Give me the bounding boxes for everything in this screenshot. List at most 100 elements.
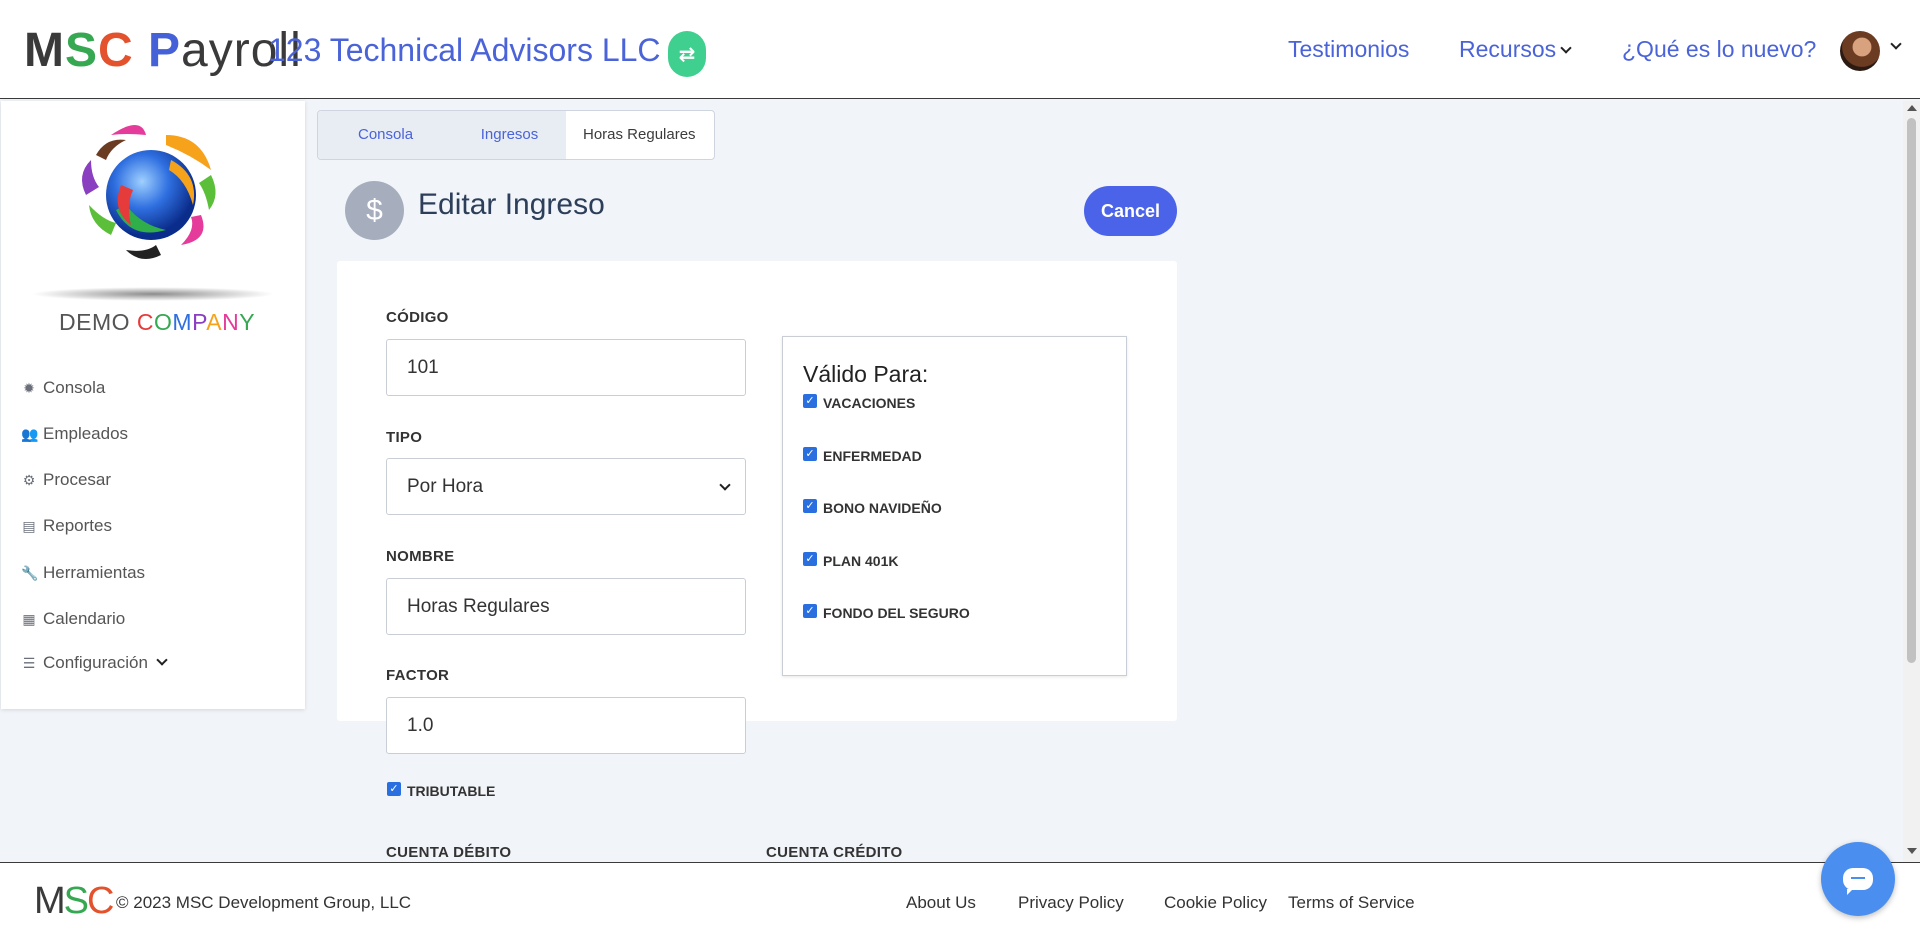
chevron-down-icon — [156, 654, 168, 666]
sidebar-item-reportes[interactable]: ▤ Reportes — [21, 516, 112, 536]
sidebar-item-label: Calendario — [43, 609, 126, 628]
factor-label: FACTOR — [386, 667, 450, 684]
demo-company-globe-logo — [82, 125, 216, 259]
checkbox-label: ENFERMEDAD — [823, 448, 922, 464]
sidebar-item-label: Consola — [43, 378, 106, 397]
codigo-label: CÓDIGO — [386, 309, 449, 326]
nombre-input[interactable] — [386, 578, 746, 635]
logo-letter-m: M — [24, 24, 65, 77]
nav-recursos[interactable]: Recursos — [1459, 34, 1572, 64]
logo-letter-s: S — [64, 24, 98, 77]
company-name[interactable]: 123 Technical Advisors LLC — [268, 28, 661, 72]
codigo-input[interactable] — [386, 339, 746, 396]
scroll-down-arrow-icon[interactable] — [1907, 848, 1917, 854]
nav-recursos-label: Recursos — [1459, 36, 1557, 62]
logo-space — [134, 24, 148, 77]
breadcrumb-current: Horas Regulares — [583, 126, 696, 143]
brand-letter: M — [172, 309, 193, 335]
wrench-icon: 🔧 — [21, 564, 39, 581]
msc-payroll-logo[interactable]: MSC Payroll — [24, 24, 302, 78]
chat-bubble-icon — [1843, 868, 1873, 895]
sidebar-item-empleados[interactable]: 👥 Empleados — [21, 424, 128, 444]
sliders-icon: ☰ — [22, 654, 36, 671]
top-header: MSC Payroll 123 Technical Advisors LLC ⇄… — [0, 0, 1920, 99]
nav-testimonios[interactable]: Testimonios — [1288, 34, 1409, 64]
gear-icon: ✹ — [23, 379, 35, 396]
scroll-thumb[interactable] — [1907, 118, 1916, 663]
valido-bono-navideno[interactable]: ✓ BONO NAVIDEÑO — [803, 499, 942, 516]
cancel-button[interactable]: Cancel — [1084, 186, 1177, 236]
sidebar-item-label: Procesar — [43, 470, 112, 489]
factor-input[interactable] — [386, 697, 746, 754]
footer: MSC © 2023 MSC Development Group, LLC Ab… — [0, 862, 1920, 942]
valido-enfermedad[interactable]: ✓ ENFERMEDAD — [803, 447, 922, 464]
breadcrumb-consola[interactable]: Consola — [318, 111, 453, 159]
sidebar-item-label: Configuración — [43, 653, 148, 672]
printer-icon: ▤ — [22, 517, 36, 534]
sidebar-item-procesar[interactable]: ⚙ Procesar — [21, 470, 111, 490]
footer-link-about[interactable]: About Us — [906, 893, 976, 913]
chevron-down-icon — [719, 479, 731, 491]
tributable-checkbox-row[interactable]: ✓ TRIBUTABLE — [387, 782, 496, 799]
dollar-icon: $ — [345, 181, 404, 240]
checkbox-label: FONDO DEL SEGURO — [823, 605, 970, 621]
sidebar-item-configuracion[interactable]: ☰ Configuración — [21, 653, 168, 673]
checkbox-label: PLAN 401K — [823, 553, 899, 569]
page-scrollbar[interactable] — [1903, 101, 1920, 863]
footer-msc-logo: MSC — [34, 879, 115, 923]
cuenta-credito-label: CUENTA CRÉDITO — [766, 844, 903, 861]
tributable-label: TRIBUTABLE — [407, 783, 496, 799]
checkbox-checked-icon[interactable]: ✓ — [803, 499, 817, 513]
valido-fondo-del-seguro[interactable]: ✓ FONDO DEL SEGURO — [803, 604, 970, 621]
tipo-selected-value: Por Hora — [407, 476, 484, 497]
chat-button[interactable] — [1821, 842, 1895, 916]
brand-letter: A — [206, 309, 223, 335]
footer-copyright: © 2023 MSC Development Group, LLC — [116, 893, 412, 912]
sidebar-item-label: Reportes — [43, 516, 112, 535]
nombre-label: NOMBRE — [386, 548, 455, 565]
nav-whats-new[interactable]: ¿Qué es lo nuevo? — [1622, 34, 1816, 64]
page-title: Editar Ingreso — [418, 188, 605, 221]
chevron-down-icon — [1560, 42, 1572, 54]
checkbox-checked-icon[interactable]: ✓ — [803, 394, 817, 408]
checkbox-label: BONO NAVIDEÑO — [823, 500, 942, 516]
calendar-icon: ▦ — [22, 610, 36, 627]
sidebar-item-label: Herramientas — [43, 563, 146, 582]
cuenta-debito-label: CUENTA DÉBITO — [386, 844, 512, 861]
sidebar: DEMO COMPANY ✹ Consola 👥 Empleados ⚙ Pro… — [1, 101, 305, 709]
checkbox-checked-icon[interactable]: ✓ — [387, 782, 401, 796]
footer-link-privacy[interactable]: Privacy Policy — [1018, 893, 1124, 913]
brand-letter: O — [154, 309, 173, 335]
checkbox-checked-icon[interactable]: ✓ — [803, 552, 817, 566]
sidebar-item-label: Empleados — [43, 424, 129, 443]
avatar-chevron-down-icon[interactable] — [1890, 38, 1902, 50]
breadcrumb: Consola Ingresos Horas Regulares — [317, 110, 715, 160]
checkbox-checked-icon[interactable]: ✓ — [803, 604, 817, 618]
brand-letter: N — [222, 309, 240, 335]
swap-arrows-icon: ⇄ — [678, 43, 696, 66]
footer-link-terms[interactable]: Terms of Service — [1288, 893, 1415, 913]
checkbox-checked-icon[interactable]: ✓ — [803, 447, 817, 461]
avatar[interactable] — [1840, 31, 1880, 71]
switch-company-button[interactable]: ⇄ — [668, 31, 706, 77]
cogs-icon: ⚙ — [22, 471, 36, 488]
scroll-up-arrow-icon[interactable] — [1907, 105, 1917, 111]
checkbox-label: VACACIONES — [823, 395, 916, 411]
logo-letter-c: C — [98, 24, 134, 77]
logo-shadow — [31, 287, 275, 301]
users-icon: 👥 — [21, 425, 39, 442]
sidebar-item-herramientas[interactable]: 🔧 Herramientas — [21, 563, 145, 583]
demo-company-text: DEMO COMPANY — [59, 309, 255, 336]
valido-plan-401k[interactable]: ✓ PLAN 401K — [803, 552, 899, 569]
footer-link-cookie[interactable]: Cookie Policy — [1164, 893, 1267, 913]
footer-logo-c: C — [87, 880, 114, 922]
tipo-select[interactable]: Por Hora — [386, 458, 746, 515]
sidebar-item-consola[interactable]: ✹ Consola — [21, 378, 105, 398]
footer-logo-m: M — [34, 880, 66, 922]
brand-letter: P — [192, 309, 207, 335]
logo-letter-p: P — [148, 24, 182, 77]
valido-vacaciones[interactable]: ✓ VACACIONES — [803, 394, 916, 411]
breadcrumb-separator — [550, 111, 566, 159]
brand-letter: C — [136, 309, 155, 335]
sidebar-item-calendario[interactable]: ▦ Calendario — [21, 609, 125, 629]
